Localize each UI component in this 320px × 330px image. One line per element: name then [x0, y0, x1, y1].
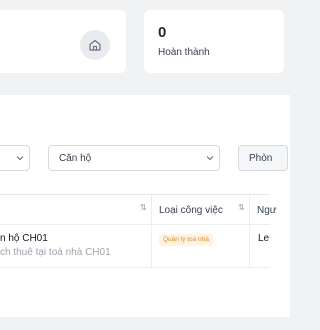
- task-title: n hộ CH01: [0, 233, 48, 244]
- column-divider: [249, 195, 250, 267]
- table-row-divider: [0, 267, 270, 268]
- stat-card-completed: [144, 10, 284, 73]
- table-header-bottom: [0, 224, 270, 225]
- sort-icon[interactable]: ⇅: [140, 204, 147, 212]
- completed-label: Hoàn thành: [158, 47, 210, 58]
- column-divider: [151, 195, 152, 267]
- apartment-select-value: Căn hộ: [59, 153, 92, 164]
- filter-select-first[interactable]: [0, 145, 30, 171]
- task-assignee: Le: [258, 233, 270, 244]
- sort-icon[interactable]: ⇅: [238, 204, 245, 212]
- room-select-value: Phòn: [249, 153, 273, 164]
- task-type-badge: Quản lý toà nhà: [159, 234, 213, 246]
- home-icon-wrapper: [80, 30, 110, 60]
- chevron-down-icon: [206, 156, 214, 161]
- room-select[interactable]: Phòn: [238, 145, 288, 171]
- completed-count: 0: [158, 24, 167, 41]
- table-header-divider: [0, 194, 270, 195]
- column-header-task-type[interactable]: Loại công việc: [159, 205, 223, 216]
- column-header-third[interactable]: Ngư: [257, 205, 276, 216]
- chevron-down-icon: [16, 156, 24, 161]
- task-subtitle: ch thuê tại toà nhà CH01: [0, 247, 111, 258]
- home-icon: [89, 39, 101, 51]
- apartment-select[interactable]: Căn hộ: [48, 145, 220, 171]
